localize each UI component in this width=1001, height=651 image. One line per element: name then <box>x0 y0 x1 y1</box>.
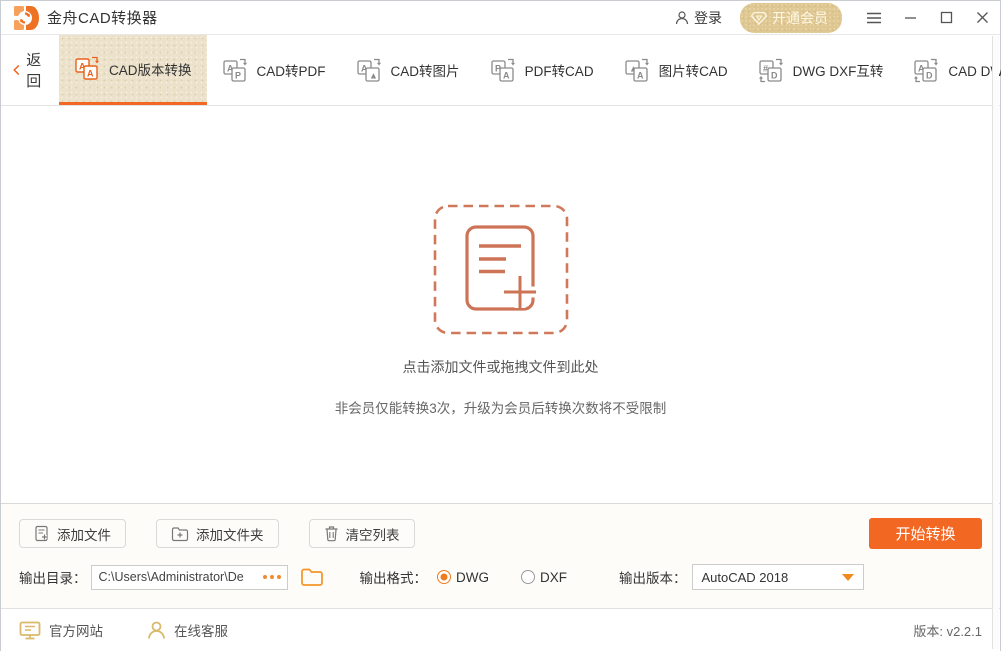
footer: 官方网站 在线客服 版本: v2.2.1 <box>1 608 1000 651</box>
official-website-label: 官方网站 <box>49 620 103 640</box>
official-website-link[interactable]: 官方网站 <box>19 620 103 640</box>
radio-dwg[interactable]: DWG <box>437 570 489 585</box>
pdf-to-cad-icon: P A <box>490 57 517 84</box>
tab-cad-dwf-convert[interactable]: A D CAD DWF互转 <box>898 35 1001 105</box>
online-support-link[interactable]: 在线客服 <box>147 620 228 640</box>
maximize-icon[interactable] <box>938 10 954 26</box>
add-folder-label: 添加文件夹 <box>196 524 264 544</box>
add-file-button[interactable]: 添加文件 <box>19 519 126 548</box>
output-dir-field[interactable] <box>91 565 288 590</box>
svg-text:D: D <box>771 70 778 80</box>
app-title: 金舟CAD转换器 <box>47 7 158 28</box>
right-scrollbar-gutter[interactable] <box>992 36 999 649</box>
tab-dwg-dxf-convert[interactable]: # D DWG DXF互转 <box>743 35 899 105</box>
bottom-panel: 添加文件 添加文件夹 清空列表 开始转换 输出目录： <box>1 503 1000 608</box>
open-vip-label: 开通会员 <box>772 8 828 28</box>
user-icon <box>674 10 690 26</box>
svg-text:A: A <box>637 70 644 80</box>
radio-dwg-circle <box>437 570 451 584</box>
tab-cad-to-image[interactable]: A ▲ CAD转图片 <box>341 35 475 105</box>
vip-diamond-icon <box>751 11 767 25</box>
minimize-icon[interactable] <box>902 10 918 26</box>
tab-cad-to-pdf[interactable]: A P CAD转PDF <box>207 35 341 105</box>
start-convert-button[interactable]: 开始转换 <box>869 518 982 549</box>
output-format-label: 输出格式： <box>360 567 428 587</box>
add-file-label: 添加文件 <box>57 524 111 544</box>
svg-text:P: P <box>235 70 241 80</box>
chevron-left-icon <box>13 62 19 78</box>
output-dir-input[interactable] <box>99 570 259 584</box>
menu-icon[interactable] <box>866 10 882 26</box>
svg-text:A: A <box>503 70 510 80</box>
tab-label: CAD转图片 <box>391 60 460 80</box>
svg-text:#: # <box>763 63 768 73</box>
file-drop-zone[interactable] <box>433 204 569 335</box>
login-label: 登录 <box>694 8 722 28</box>
add-folder-icon <box>171 526 189 542</box>
trash-icon <box>324 525 339 542</box>
dwg-dxf-icon: # D <box>758 57 785 84</box>
tab-label: PDF转CAD <box>525 60 594 80</box>
browse-dots-icon[interactable] <box>263 575 281 579</box>
main-area: 点击添加文件或拖拽文件到此处 非会员仅能转换3次，升级为会员后转换次数将不受限制 <box>1 106 1000 503</box>
tab-label: CAD版本转换 <box>109 59 192 79</box>
cad-to-pdf-icon: A P <box>222 57 249 84</box>
back-label: 返回 <box>26 49 45 91</box>
title-bar: 金舟CAD转换器 登录 开通会员 <box>1 1 1000 35</box>
add-folder-button[interactable]: 添加文件夹 <box>156 519 279 548</box>
cad-version-icon: A A <box>74 55 101 82</box>
radio-dxf-circle <box>521 570 535 584</box>
radio-dxf[interactable]: DXF <box>521 570 567 585</box>
tab-label: DWG DXF互转 <box>793 60 884 80</box>
tab-cad-version-convert[interactable]: A A CAD版本转换 <box>59 35 207 105</box>
tab-label: CAD转PDF <box>257 60 326 80</box>
app-logo-icon <box>13 5 39 31</box>
open-folder-button[interactable] <box>300 567 324 587</box>
dropzone-hint-primary: 点击添加文件或拖拽文件到此处 <box>403 357 599 377</box>
add-document-icon <box>467 227 536 309</box>
output-version-value: AutoCAD 2018 <box>702 570 789 585</box>
cad-dwf-icon: A D <box>913 57 940 84</box>
add-file-icon <box>34 525 50 542</box>
back-button[interactable]: 返回 <box>1 35 59 105</box>
version-text: 版本: v2.2.1 <box>913 621 982 640</box>
dropdown-caret-icon <box>842 574 854 581</box>
clear-list-label: 清空列表 <box>346 524 400 544</box>
tab-bar: 返回 A A CAD版本转换 A P CAD转PDF A ▲ <box>1 35 1000 106</box>
folder-icon <box>300 567 324 587</box>
tab-label: 图片转CAD <box>659 60 728 80</box>
svg-text:D: D <box>926 70 933 80</box>
output-version-select[interactable]: AutoCAD 2018 <box>692 564 864 590</box>
dropzone-hint-secondary: 非会员仅能转换3次，升级为会员后转换次数将不受限制 <box>335 397 667 417</box>
tab-image-to-cad[interactable]: ▲ A 图片转CAD <box>609 35 743 105</box>
svg-text:A: A <box>87 69 94 79</box>
radio-dxf-label: DXF <box>540 570 567 585</box>
close-icon[interactable] <box>974 10 990 26</box>
cad-to-image-icon: A ▲ <box>356 57 383 84</box>
open-vip-button[interactable]: 开通会员 <box>740 3 842 33</box>
output-version-label: 输出版本： <box>619 567 687 587</box>
login-button[interactable]: 登录 <box>674 8 722 28</box>
image-to-cad-icon: ▲ A <box>624 57 651 84</box>
svg-text:▲: ▲ <box>369 70 378 80</box>
online-support-label: 在线客服 <box>174 620 228 640</box>
clear-list-button[interactable]: 清空列表 <box>309 519 415 548</box>
radio-dwg-label: DWG <box>456 570 489 585</box>
output-dir-label: 输出目录： <box>19 567 87 587</box>
tab-pdf-to-cad[interactable]: P A PDF转CAD <box>475 35 609 105</box>
support-person-icon <box>147 621 166 640</box>
monitor-icon <box>19 621 41 640</box>
